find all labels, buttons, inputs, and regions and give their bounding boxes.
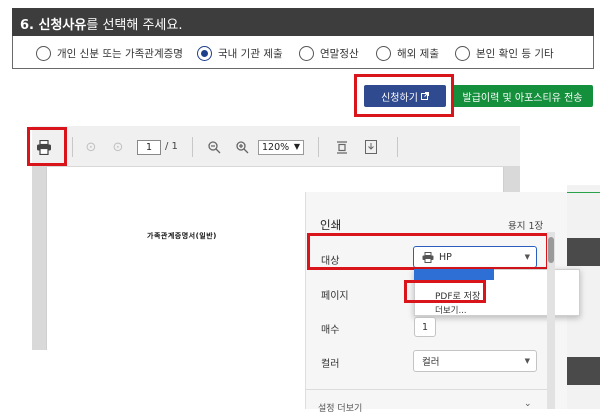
dropdown-highlighted-option[interactable] bbox=[414, 269, 494, 280]
radio-circle-selected[interactable] bbox=[197, 45, 212, 61]
radio-overseas[interactable]: 해외 제출 bbox=[376, 44, 439, 62]
print-preview bbox=[75, 192, 305, 409]
dialog-divider bbox=[305, 389, 547, 390]
toolbar-divider bbox=[397, 137, 398, 157]
toolbar-divider bbox=[192, 137, 193, 157]
zoom-in-icon[interactable] bbox=[233, 138, 251, 156]
pages-label: 페이지 bbox=[321, 291, 349, 302]
background-green-line bbox=[567, 192, 600, 193]
background-dark-bar bbox=[567, 238, 600, 266]
radio-circle[interactable] bbox=[299, 45, 314, 61]
radio-label: 개인 신분 또는 가족관계증명 bbox=[57, 47, 183, 60]
background-dark-bar bbox=[567, 357, 600, 385]
radio-circle[interactable] bbox=[36, 45, 51, 61]
page-total: / 1 bbox=[165, 141, 178, 152]
zoom-value: 120% bbox=[262, 142, 290, 153]
sheet-count: 용지 1장 bbox=[508, 221, 544, 232]
chevron-down-icon[interactable]: ⌄ bbox=[524, 399, 532, 409]
dialog-scrollbar-thumb[interactable] bbox=[548, 237, 554, 263]
radio-label: 본인 확인 등 기타 bbox=[476, 47, 554, 60]
preview-document-title: 가족관계증명서(일반) bbox=[147, 232, 217, 240]
radio-circle[interactable] bbox=[455, 45, 470, 61]
section-title: 6. 신청사유를 선택해 주세요. bbox=[20, 14, 182, 33]
section-title-bold: 신청사유 bbox=[38, 18, 87, 33]
more-settings-toggle[interactable]: 설정 더보기 bbox=[318, 401, 362, 414]
color-select[interactable]: 컬러 ▼ bbox=[413, 350, 537, 372]
toolbar-divider bbox=[72, 137, 73, 157]
radio-other[interactable]: 본인 확인 등 기타 bbox=[455, 44, 554, 62]
radio-domestic-agency[interactable]: 국내 기관 제출 bbox=[197, 44, 283, 62]
page-down-icon[interactable]: ⊙ bbox=[110, 138, 126, 156]
highlight-save-as-pdf bbox=[404, 280, 486, 303]
color-label: 컬러 bbox=[321, 359, 340, 370]
color-value: 컬러 bbox=[422, 357, 440, 368]
radio-circle[interactable] bbox=[376, 45, 391, 61]
fit-page-icon[interactable] bbox=[333, 138, 351, 156]
page-number-input[interactable]: 1 bbox=[137, 140, 161, 155]
section-title-rest: 를 선택해 주세요. bbox=[86, 18, 183, 33]
radio-year-end-tax[interactable]: 연말정산 bbox=[299, 44, 359, 62]
highlight-destination bbox=[307, 233, 549, 270]
chevron-down-icon: ▼ bbox=[524, 357, 530, 365]
radio-label: 해외 제출 bbox=[397, 47, 439, 60]
radio-label: 연말정산 bbox=[320, 47, 359, 60]
radio-label: 국내 기관 제출 bbox=[218, 47, 283, 60]
copies-input[interactable]: 1 bbox=[414, 317, 436, 337]
print-dialog-title: 인쇄 bbox=[320, 218, 342, 232]
zoom-out-icon[interactable] bbox=[205, 138, 223, 156]
see-more-option[interactable]: 더보기... bbox=[435, 304, 467, 316]
copies-label: 매수 bbox=[321, 325, 340, 336]
zoom-select[interactable]: 120% ▼ bbox=[258, 140, 304, 155]
highlight-apply-button bbox=[354, 74, 454, 117]
download-icon[interactable] bbox=[362, 138, 380, 156]
chevron-down-icon: ▼ bbox=[293, 142, 300, 151]
highlight-print-button bbox=[27, 127, 67, 166]
radio-personal-identity[interactable]: 개인 신분 또는 가족관계증명 bbox=[36, 44, 183, 62]
toolbar-divider bbox=[318, 137, 319, 157]
section-number: 6. bbox=[20, 18, 34, 33]
send-history-apostille-button[interactable]: 발급이력 및 아포스티유 전송 bbox=[452, 85, 593, 107]
page-up-icon[interactable]: ⊙ bbox=[83, 138, 99, 156]
